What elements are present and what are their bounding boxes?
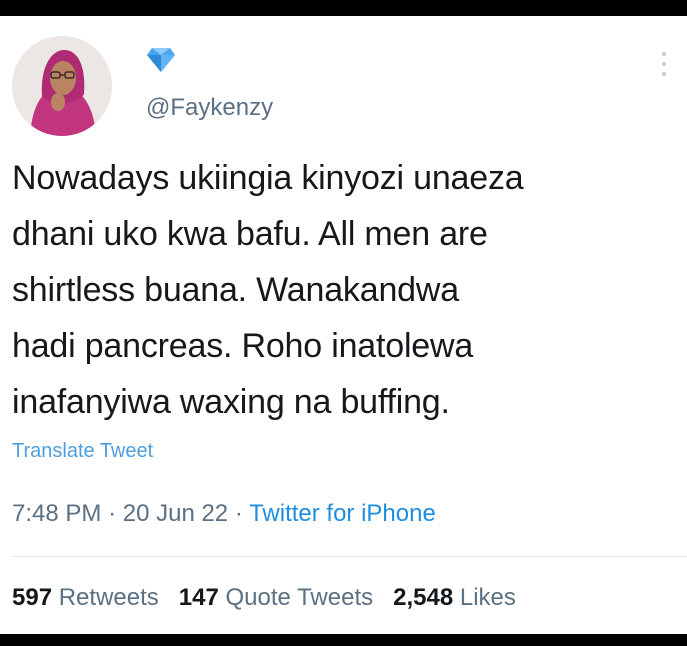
likes-count: 2,548 [393,584,454,611]
tweet-text: Nowadays ukiingia kinyozi unaeza dhani u… [12,159,524,421]
retweets-stat[interactable]: 597 Retweets [12,584,159,611]
diamond-badge-icon [147,48,175,72]
more-vertical-icon[interactable] [660,48,668,80]
quote-tweets-count: 147 [178,584,219,611]
meta-separator: · [234,500,243,527]
avatar[interactable] [12,36,112,136]
retweets-count: 597 [12,584,53,611]
avatar-image [12,36,112,136]
likes-stat[interactable]: 2,548 Likes [393,584,516,611]
tweet-date[interactable]: 20 Jun 22 [123,500,228,527]
tweet-meta: 7:48 PM · 20 Jun 22 · Twitter for iPhone [12,500,436,528]
tweet-stats: 597 Retweets 147 Quote Tweets 2,548 Likes [12,584,516,612]
translate-tweet-link[interactable]: Translate Tweet [12,440,153,463]
tweet-card: @Faykenzy Nowadays ukiingia kinyozi unae… [0,16,687,634]
user-handle[interactable]: @Faykenzy [146,94,273,122]
meta-separator: · [108,500,117,527]
tweet-time: 7:48 PM [12,500,102,527]
tweet-source-link[interactable]: Twitter for iPhone [249,500,436,527]
quote-tweets-label: Quote Tweets [225,584,374,611]
quote-tweets-stat[interactable]: 147 Quote Tweets [179,584,373,611]
divider [12,556,687,557]
likes-label: Likes [459,584,516,611]
retweets-label: Retweets [58,584,159,611]
